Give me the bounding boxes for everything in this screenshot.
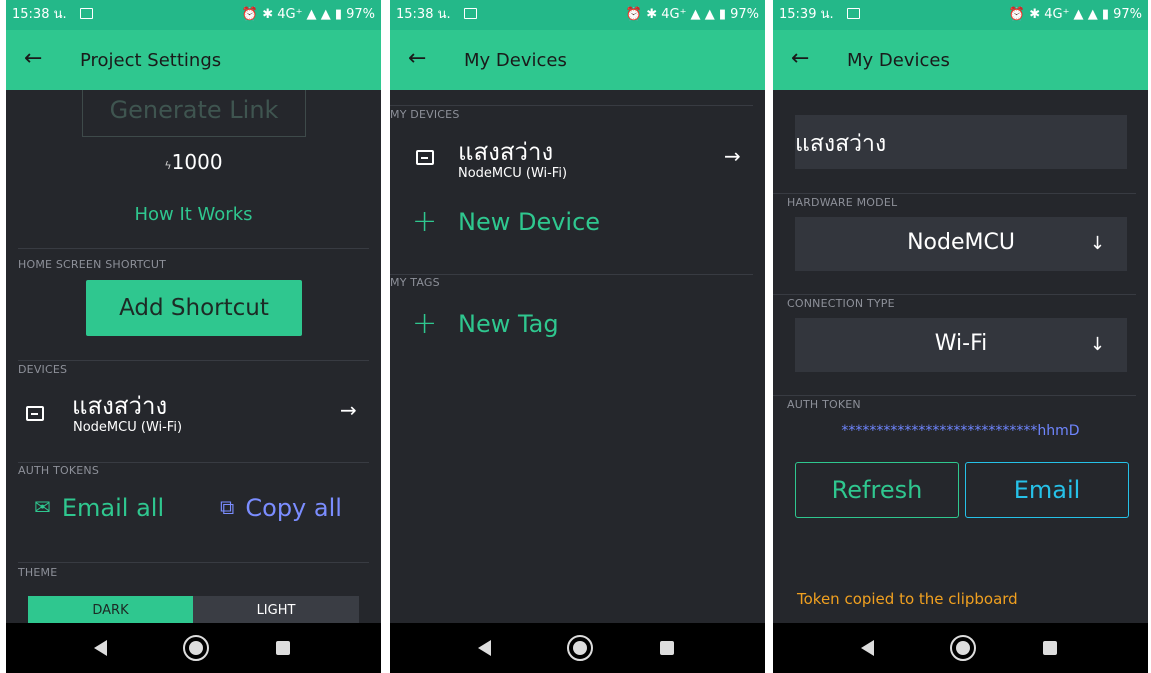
device-icon bbox=[416, 150, 434, 165]
plus-icon: + bbox=[412, 204, 438, 239]
status-time: 15:39 น. bbox=[779, 7, 834, 22]
theme-dark-option[interactable]: DARK bbox=[28, 596, 193, 623]
image-notification-icon bbox=[80, 8, 93, 19]
device-form: แสงสว่าง HARDWARE MODEL NodeMCU ↓ CONNEC… bbox=[773, 90, 1148, 623]
app-bar: ← My Devices bbox=[773, 30, 1148, 90]
device-name-value: แสงสว่าง bbox=[795, 131, 887, 157]
auth-token-value[interactable]: ****************************hhmD bbox=[773, 423, 1148, 439]
generate-link-button[interactable]: Generate Link bbox=[82, 90, 306, 137]
nav-recents-icon[interactable] bbox=[1043, 641, 1057, 655]
my-tags-label: MY TAGS bbox=[390, 276, 440, 289]
plus-icon: + bbox=[412, 306, 438, 341]
device-icon bbox=[26, 406, 44, 421]
divider bbox=[773, 193, 1136, 194]
my-devices-screen: 15:38 น. ⏰ ✱ 4G⁺ ▲ ▲ ▮ 97% ← My Devices … bbox=[390, 0, 765, 673]
nav-recents-icon[interactable] bbox=[660, 641, 674, 655]
app-bar: ← My Devices bbox=[390, 30, 765, 90]
status-time: 15:38 น. bbox=[12, 7, 67, 22]
device-settings-screen: 15:39 น. ⏰ ✱ 4G⁺ ▲ ▲ ▮ 97% ← My Devices … bbox=[773, 0, 1148, 673]
divider bbox=[18, 562, 369, 563]
connection-type-select[interactable]: Wi-Fi ↓ bbox=[795, 318, 1127, 372]
new-tag-label: New Tag bbox=[458, 310, 559, 338]
new-device-label: New Device bbox=[458, 208, 601, 236]
toast-message: Token copied to the clipboard bbox=[797, 590, 1018, 608]
status-bar: 15:38 น. ⏰ ✱ 4G⁺ ▲ ▲ ▮ 97% bbox=[6, 0, 381, 30]
divider bbox=[18, 248, 369, 249]
back-arrow-icon[interactable]: ← bbox=[24, 46, 42, 71]
device-row[interactable]: แสงสว่าง NodeMCU (Wi-Fi) → bbox=[390, 128, 765, 188]
system-nav-bar bbox=[773, 623, 1148, 673]
status-bar: 15:38 น. ⏰ ✱ 4G⁺ ▲ ▲ ▮ 97% bbox=[390, 0, 765, 30]
settings-content: Generate Link ϟ1000 How It Works HOME SC… bbox=[6, 90, 381, 623]
status-bar: 15:39 น. ⏰ ✱ 4G⁺ ▲ ▲ ▮ 97% bbox=[773, 0, 1148, 30]
nav-home-icon[interactable] bbox=[183, 635, 209, 661]
device-row[interactable]: แสงสว่าง NodeMCU (Wi-Fi) → bbox=[6, 382, 381, 442]
divider bbox=[18, 462, 369, 463]
divider bbox=[773, 395, 1136, 396]
copy-all-button[interactable]: ⧉ Copy all bbox=[220, 494, 342, 522]
page-title: My Devices bbox=[847, 50, 950, 71]
status-icons: ⏰ ✱ 4G⁺ ▲ ▲ ▮ 97% bbox=[1008, 7, 1142, 22]
refresh-button[interactable]: Refresh bbox=[795, 462, 959, 518]
energy-balance: ϟ1000 bbox=[6, 150, 381, 174]
nav-recents-icon[interactable] bbox=[276, 641, 290, 655]
new-device-button[interactable]: + New Device bbox=[390, 204, 765, 248]
connection-type-value: Wi-Fi bbox=[934, 331, 988, 356]
device-name-input[interactable]: แสงสว่าง bbox=[795, 115, 1127, 169]
energy-icon: ϟ bbox=[164, 159, 172, 172]
arrow-right-icon: → bbox=[724, 144, 741, 168]
copy-all-label: Copy all bbox=[245, 494, 342, 522]
back-arrow-icon[interactable]: ← bbox=[408, 46, 426, 71]
image-notification-icon bbox=[847, 8, 860, 19]
project-settings-screen: 15:38 น. ⏰ ✱ 4G⁺ ▲ ▲ ▮ 97% ← Project Set… bbox=[6, 0, 381, 673]
connection-type-label: CONNECTION TYPE bbox=[787, 297, 895, 310]
page-title: My Devices bbox=[464, 50, 567, 71]
nav-back-icon[interactable] bbox=[861, 640, 874, 656]
new-tag-button[interactable]: + New Tag bbox=[390, 306, 765, 350]
home-shortcut-label: HOME SCREEN SHORTCUT bbox=[18, 258, 167, 271]
nav-home-icon[interactable] bbox=[567, 635, 593, 661]
status-icons: ⏰ ✱ 4G⁺ ▲ ▲ ▮ 97% bbox=[625, 7, 759, 22]
theme-label: THEME bbox=[18, 566, 58, 579]
app-bar: ← Project Settings bbox=[6, 30, 381, 90]
theme-light-option[interactable]: LIGHT bbox=[193, 596, 359, 623]
hardware-model-value: NodeMCU bbox=[907, 230, 1015, 255]
system-nav-bar bbox=[6, 623, 381, 673]
nav-home-icon[interactable] bbox=[950, 635, 976, 661]
envelope-icon: ✉ bbox=[34, 495, 51, 519]
devices-label: DEVICES bbox=[18, 363, 68, 376]
nav-back-icon[interactable] bbox=[478, 640, 491, 656]
divider bbox=[18, 360, 369, 361]
image-notification-icon bbox=[464, 8, 477, 19]
email-all-label: Email all bbox=[61, 494, 165, 522]
auth-token-label: AUTH TOKEN bbox=[787, 398, 861, 411]
hardware-model-select[interactable]: NodeMCU ↓ bbox=[795, 217, 1127, 271]
arrow-down-icon: ↓ bbox=[1089, 233, 1105, 254]
page-title: Project Settings bbox=[80, 50, 222, 71]
device-model: NodeMCU (Wi-Fi) bbox=[458, 166, 568, 181]
email-button[interactable]: Email bbox=[965, 462, 1129, 518]
divider bbox=[773, 294, 1136, 295]
nav-back-icon[interactable] bbox=[94, 640, 107, 656]
how-it-works-link[interactable]: How It Works bbox=[6, 204, 381, 225]
devices-content: MY DEVICES แสงสว่าง NodeMCU (Wi-Fi) → + … bbox=[390, 90, 765, 623]
hardware-model-label: HARDWARE MODEL bbox=[787, 196, 898, 209]
device-model: NodeMCU (Wi-Fi) bbox=[73, 420, 183, 435]
arrow-right-icon: → bbox=[340, 398, 357, 422]
arrow-down-icon: ↓ bbox=[1089, 334, 1105, 355]
system-nav-bar bbox=[390, 623, 765, 673]
divider bbox=[390, 274, 753, 275]
divider bbox=[390, 105, 753, 106]
back-arrow-icon[interactable]: ← bbox=[791, 46, 809, 71]
copy-icon: ⧉ bbox=[220, 495, 235, 519]
my-devices-label: MY DEVICES bbox=[390, 108, 460, 121]
add-shortcut-button[interactable]: Add Shortcut bbox=[86, 280, 302, 336]
status-icons: ⏰ ✱ 4G⁺ ▲ ▲ ▮ 97% bbox=[241, 7, 375, 22]
email-all-button[interactable]: ✉ Email all bbox=[34, 494, 164, 522]
auth-tokens-label: AUTH TOKENS bbox=[18, 464, 100, 477]
status-time: 15:38 น. bbox=[396, 7, 451, 22]
energy-value: 1000 bbox=[171, 150, 223, 174]
